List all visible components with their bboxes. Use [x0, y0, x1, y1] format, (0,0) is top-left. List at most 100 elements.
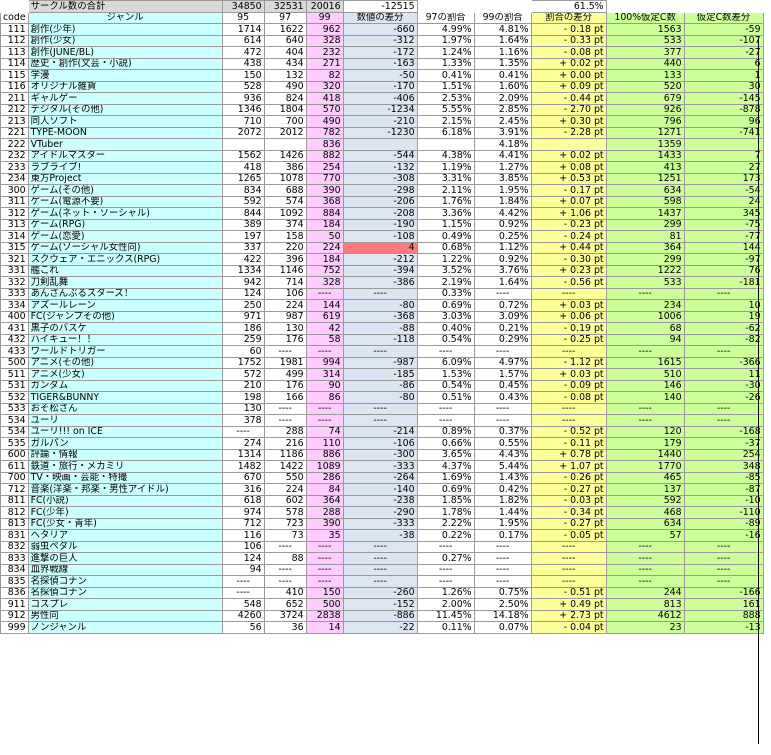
cell-code[interactable]: 211 — [0, 92, 29, 105]
cell-code[interactable]: 511 — [0, 368, 29, 381]
cell-assumed-diff[interactable]: 76 — [683, 264, 764, 277]
cell-97[interactable]: 36 — [263, 621, 307, 634]
cell-99[interactable]: 254 — [305, 161, 344, 174]
cell-diff[interactable]: -206 — [342, 195, 418, 208]
cell-ratio-99[interactable]: 4.41% — [473, 149, 532, 162]
cell-99[interactable]: 770 — [305, 172, 344, 185]
cell-ratio-99[interactable]: ---- — [473, 552, 532, 565]
cell-ratio-97[interactable]: 1.97% — [416, 34, 475, 47]
cell-99[interactable]: 110 — [305, 437, 344, 450]
cell-ratio-99[interactable]: 1.60% — [473, 80, 532, 93]
cell-ratio-99[interactable]: 0.21% — [473, 322, 532, 335]
cell-ratio-diff[interactable]: - 0.18 pt — [530, 23, 607, 36]
cell-ratio-diff[interactable]: - 0.17 pt — [530, 184, 607, 197]
cell-ratio-97[interactable]: 0.11% — [416, 621, 475, 634]
cell-ratio-99[interactable]: 2.85% — [473, 103, 532, 116]
cell-95[interactable]: 1265 — [221, 172, 265, 185]
cell-95[interactable]: 974 — [221, 506, 265, 519]
cell-ratio-97[interactable]: ---- — [416, 402, 475, 415]
cell-code[interactable]: 321 — [0, 253, 29, 266]
cell-ratio-99[interactable]: 0.17% — [473, 529, 532, 542]
cell-diff[interactable]: ---- — [342, 402, 418, 415]
cell-99[interactable]: 782 — [305, 126, 344, 139]
cell-ratio-99[interactable]: 1.64% — [473, 276, 532, 289]
cell-ratio-99[interactable]: 4.43% — [473, 448, 532, 461]
cell-genre[interactable]: TYPE-MOON — [27, 126, 223, 139]
cell-99[interactable]: 884 — [305, 207, 344, 220]
cell-genre[interactable]: ゲーム(電源不要) — [27, 195, 223, 208]
cell-genre[interactable]: ガンダム — [27, 379, 223, 392]
cell-diff[interactable]: ---- — [342, 414, 418, 427]
cell-genre[interactable]: 血界戦線 — [27, 563, 223, 576]
cell-97[interactable]: ---- — [263, 563, 307, 576]
cell-95[interactable]: 124 — [221, 287, 265, 300]
cell-genre[interactable]: アイドルマスター — [27, 149, 223, 162]
cell-genre[interactable]: FC(少女・青年) — [27, 517, 223, 530]
cell-97[interactable]: 216 — [263, 437, 307, 450]
cell-95[interactable]: 4260 — [221, 609, 265, 622]
cell-ratio-97[interactable]: 1.24% — [416, 46, 475, 59]
cell-genre[interactable]: ガルパン — [27, 437, 223, 450]
cell-genre[interactable]: 歴史・創作(文芸・小説) — [27, 57, 223, 70]
cell-assumed[interactable]: 598 — [605, 195, 685, 208]
cell-code[interactable]: 912 — [0, 609, 29, 622]
summary-95[interactable]: 34850 — [221, 0, 265, 13]
cell-diff[interactable]: -333 — [342, 517, 418, 530]
cell-95[interactable]: 971 — [221, 310, 265, 323]
cell-assumed[interactable]: 140 — [605, 391, 685, 404]
cell-assumed[interactable]: 234 — [605, 299, 685, 312]
cell-99[interactable]: 86 — [305, 391, 344, 404]
cell-ratio-diff[interactable]: - 0.26 pt — [530, 471, 607, 484]
cell-genre[interactable]: 音楽(洋楽・邦楽・男性アイドル) — [27, 483, 223, 496]
cell-assumed[interactable]: 520 — [605, 80, 685, 93]
cell-ratio-97[interactable]: 0.66% — [416, 437, 475, 450]
cell-ratio-99[interactable]: ---- — [473, 563, 532, 576]
cell-ratio-97[interactable]: ---- — [416, 414, 475, 427]
cell-ratio-diff[interactable]: - 2.28 pt — [530, 126, 607, 139]
cell-ratio-99[interactable]: 0.55% — [473, 437, 532, 450]
cell-97[interactable]: 1078 — [263, 172, 307, 185]
cell-genre[interactable]: アニメ(少女) — [27, 368, 223, 381]
cell-ratio-99[interactable]: ---- — [473, 575, 532, 588]
summary-label[interactable]: サークル数の合計 — [27, 0, 223, 13]
cell-99[interactable]: 58 — [305, 333, 344, 346]
cell-ratio-97[interactable] — [416, 138, 475, 151]
cell-code[interactable]: 314 — [0, 230, 29, 243]
cell-assumed-diff[interactable]: -166 — [683, 586, 764, 599]
cell-assumed-diff[interactable]: 96 — [683, 115, 764, 128]
cell-ratio-97[interactable]: 2.11% — [416, 184, 475, 197]
cell-ratio-99[interactable]: ---- — [473, 287, 532, 300]
cell-ratio-97[interactable]: 3.31% — [416, 172, 475, 185]
cell-assumed[interactable]: 1006 — [605, 310, 685, 323]
cell-diff[interactable]: ---- — [342, 575, 418, 588]
cell-code[interactable]: 811 — [0, 494, 29, 507]
cell-ratio-99[interactable]: 4.97% — [473, 356, 532, 369]
cell-ratio-99[interactable]: 4.18% — [473, 138, 532, 151]
cell-97[interactable]: 158 — [263, 230, 307, 243]
cell-code[interactable]: 400 — [0, 310, 29, 323]
cell-code[interactable]: 831 — [0, 529, 29, 542]
cell-ratio-97[interactable]: 0.54% — [416, 333, 475, 346]
cell-ratio-diff[interactable]: ---- — [530, 540, 607, 553]
cell-code[interactable]: 611 — [0, 460, 29, 473]
cell-assumed[interactable]: 1563 — [605, 23, 685, 36]
cell-ratio-97[interactable]: 1.26% — [416, 586, 475, 599]
cell-97[interactable]: 1422 — [263, 460, 307, 473]
cell-assumed-diff[interactable]: 27 — [683, 161, 764, 174]
cell-assumed[interactable]: 364 — [605, 241, 685, 254]
cell-assumed[interactable]: 1359 — [605, 138, 685, 151]
cell-diff[interactable]: -1230 — [342, 126, 418, 139]
cell-99[interactable]: 886 — [305, 448, 344, 461]
cell-code[interactable]: 600 — [0, 448, 29, 461]
cell-ratio-99[interactable]: 0.75% — [473, 586, 532, 599]
cell-code[interactable]: 114 — [0, 57, 29, 70]
cell-diff[interactable]: -88 — [342, 322, 418, 335]
cell-code[interactable]: 112 — [0, 34, 29, 47]
cell-ratio-99[interactable]: 0.72% — [473, 299, 532, 312]
cell-99[interactable]: ---- — [305, 287, 344, 300]
cell-assumed[interactable]: 133 — [605, 69, 685, 82]
cell-assumed[interactable]: 68 — [605, 322, 685, 335]
cell-97[interactable]: 3724 — [263, 609, 307, 622]
cell-95[interactable]: ---- — [221, 586, 265, 599]
cell-ratio-99[interactable]: 1.57% — [473, 368, 532, 381]
